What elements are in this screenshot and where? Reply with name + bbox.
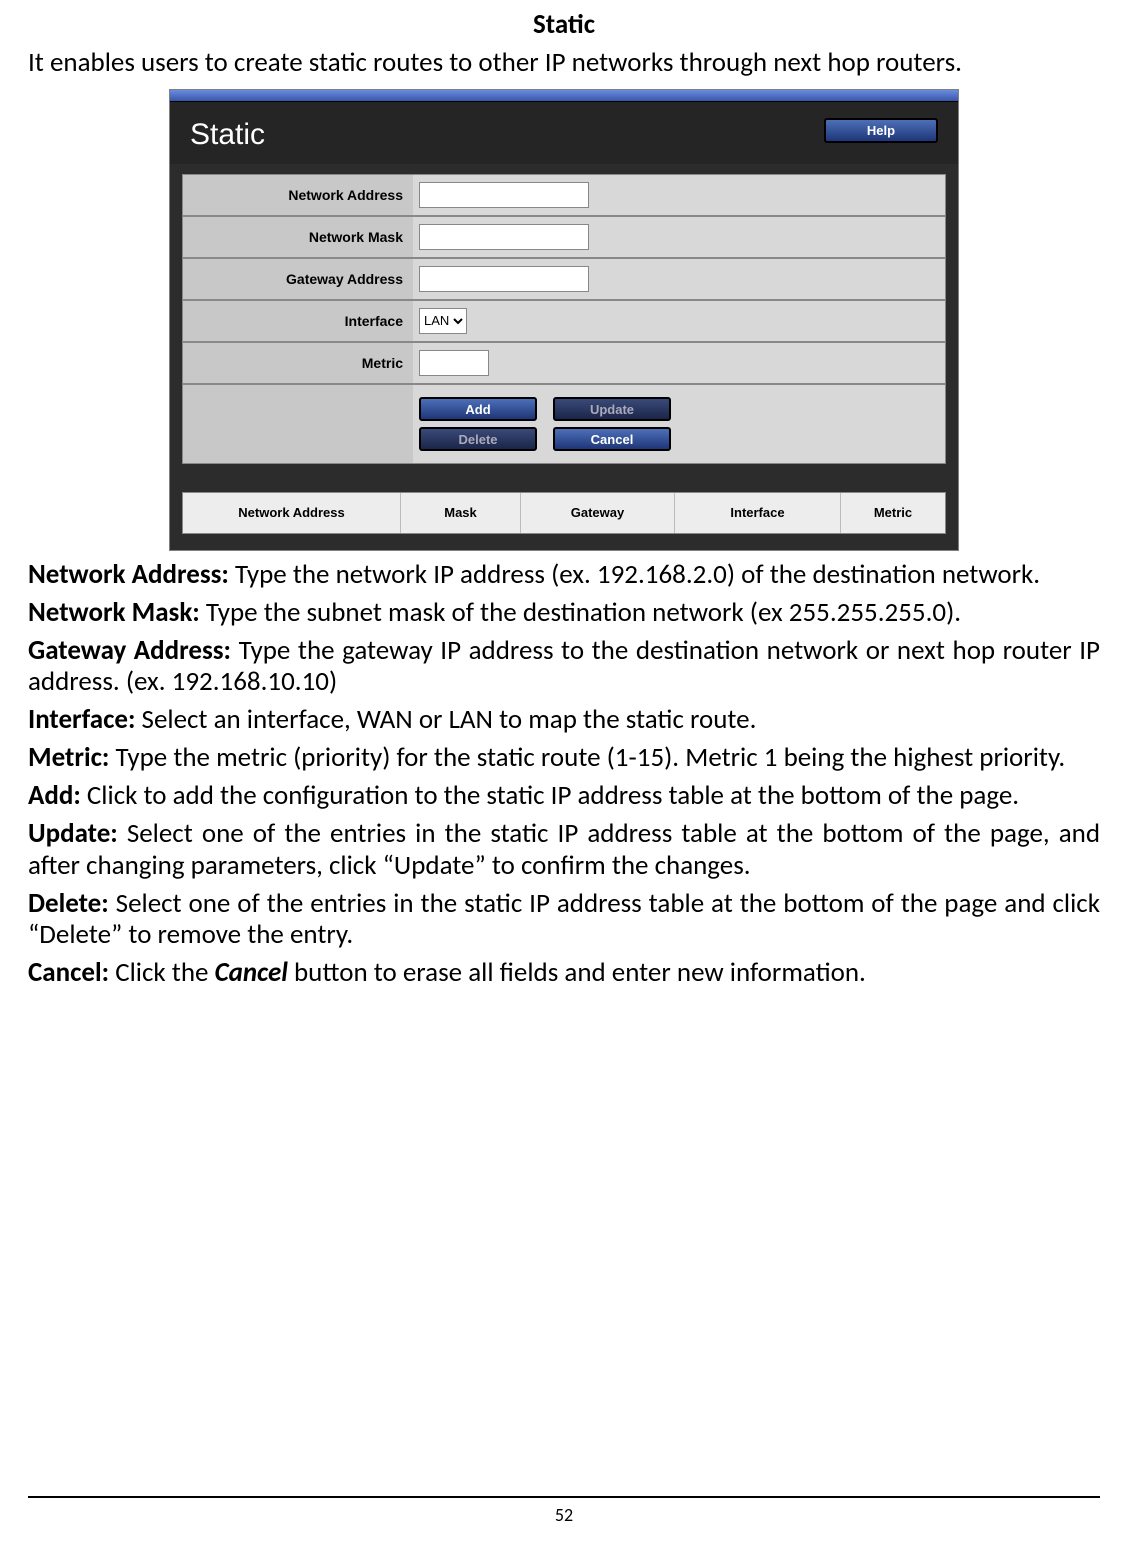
panel-title: Static bbox=[190, 118, 265, 152]
metric-input[interactable] bbox=[419, 350, 489, 376]
network-address-input[interactable] bbox=[419, 182, 589, 208]
update-button[interactable]: Update bbox=[553, 397, 671, 421]
delete-button[interactable]: Delete bbox=[419, 427, 537, 451]
network-mask-input[interactable] bbox=[419, 224, 589, 250]
def-network-mask: Network Mask: Type the subnet mask of th… bbox=[28, 597, 1100, 629]
metric-label: Metric bbox=[183, 343, 413, 383]
page-number: 52 bbox=[555, 1504, 573, 1526]
gateway-address-label: Gateway Address bbox=[183, 259, 413, 299]
routes-table: Network Address Mask Gateway Interface M… bbox=[182, 492, 946, 534]
def-update: Update: Select one of the entries in the… bbox=[28, 818, 1100, 882]
th-network-address: Network Address bbox=[183, 493, 401, 533]
interface-label: Interface bbox=[183, 301, 413, 341]
def-interface: Interface: Select an interface, WAN or L… bbox=[28, 704, 1100, 736]
doc-intro: It enables users to create static routes… bbox=[28, 47, 1100, 79]
window-titlebar bbox=[170, 90, 958, 102]
def-delete: Delete: Select one of the entries in the… bbox=[28, 888, 1100, 952]
def-metric: Metric: Type the metric (priority) for t… bbox=[28, 742, 1100, 774]
def-gateway-address: Gateway Address: Type the gateway IP add… bbox=[28, 635, 1100, 699]
add-button[interactable]: Add bbox=[419, 397, 537, 421]
def-cancel: Cancel: Click the Cancel button to erase… bbox=[28, 957, 1100, 989]
th-interface: Interface bbox=[675, 493, 841, 533]
network-address-label: Network Address bbox=[183, 175, 413, 215]
router-config-screenshot: Static Help Network Address Network Mask… bbox=[169, 89, 959, 551]
th-metric: Metric bbox=[841, 493, 945, 533]
network-mask-label: Network Mask bbox=[183, 217, 413, 257]
th-mask: Mask bbox=[401, 493, 521, 533]
interface-select[interactable]: LAN bbox=[419, 308, 467, 334]
help-button[interactable]: Help bbox=[824, 118, 938, 143]
def-network-address: Network Address: Type the network IP add… bbox=[28, 559, 1100, 591]
gateway-address-input[interactable] bbox=[419, 266, 589, 292]
cancel-button[interactable]: Cancel bbox=[553, 427, 671, 451]
doc-title: Static bbox=[28, 8, 1100, 41]
th-gateway: Gateway bbox=[521, 493, 675, 533]
page-footer: 52 bbox=[28, 1496, 1100, 1526]
def-add: Add: Click to add the configuration to t… bbox=[28, 780, 1100, 812]
